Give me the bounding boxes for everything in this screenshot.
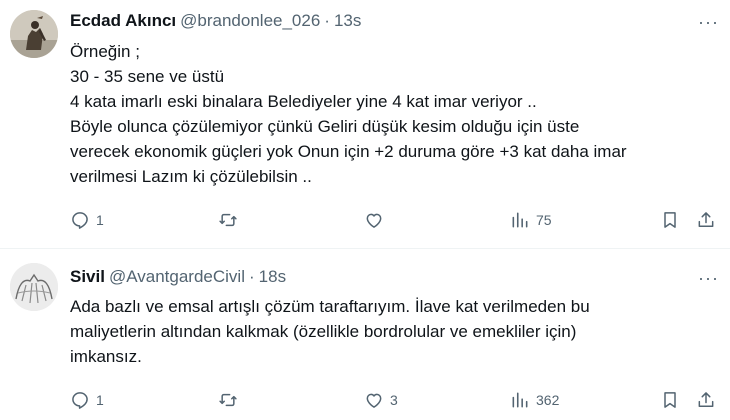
tweet-text-line: 4 kata imarlı eski binalara Belediyeler … <box>70 92 537 111</box>
like-count: 3 <box>390 392 398 408</box>
bookmark-button[interactable] <box>660 388 680 412</box>
tweet[interactable]: Ecdad Akıncı @brandonlee_026 · 13s ··· Örne… <box>0 0 730 248</box>
reply-button[interactable]: 1 <box>70 388 104 412</box>
tweet-text-line: Ada bazlı ve emsal artışlı çözüm tarafta… <box>70 297 590 316</box>
avatar-image <box>10 10 58 58</box>
view-count: 75 <box>536 212 552 228</box>
user-handle[interactable]: @brandonlee_026 <box>180 11 320 30</box>
bookmark-icon <box>664 392 676 408</box>
more-icon[interactable]: ··· <box>698 268 718 288</box>
separator: · <box>248 267 255 286</box>
tweet-actions: 1 75 <box>70 208 720 232</box>
tweet-header: Ecdad Akıncı @brandonlee_026 · 13s <box>70 10 361 32</box>
retweet-button[interactable] <box>218 388 244 412</box>
more-icon[interactable]: ··· <box>698 12 718 32</box>
avatar[interactable] <box>10 10 58 58</box>
bookmark-icon <box>664 212 676 228</box>
reply-count: 1 <box>96 392 104 408</box>
timestamp[interactable]: 18s <box>259 267 286 286</box>
retweet-button[interactable] <box>218 208 244 232</box>
share-button[interactable] <box>696 388 716 412</box>
like-button[interactable] <box>364 208 390 232</box>
display-name[interactable]: Ecdad Akıncı <box>70 11 176 30</box>
like-button[interactable]: 3 <box>364 388 398 412</box>
share-icon <box>698 212 714 227</box>
retweet-icon <box>219 213 237 227</box>
share-button[interactable] <box>696 208 716 232</box>
user-handle[interactable]: @AvantgardeCivil <box>109 267 245 286</box>
reply-button[interactable]: 1 <box>70 208 104 232</box>
reply-icon <box>72 392 88 409</box>
display-name[interactable]: Sivil <box>70 267 105 286</box>
views-icon <box>512 392 528 408</box>
tweet-text-line: 30 - 35 sene ve üstü <box>70 67 225 86</box>
reply-count: 1 <box>96 212 104 228</box>
tweet-text-line: verilmesi Lazım ki çözülebilsin .. <box>70 167 312 186</box>
tweet-header: Sivil @AvantgardeCivil · 18s <box>70 266 286 288</box>
tweet-text-line: Örneğin ; <box>70 42 140 61</box>
timestamp[interactable]: 13s <box>334 11 361 30</box>
tweet[interactable]: Sivil @AvantgardeCivil · 18s ··· Ada bazlı … <box>0 249 730 420</box>
avatar-image <box>10 263 58 311</box>
tweet-text-line: Böyle olunca çözülemiyor çünkü Geliri dü… <box>70 117 580 136</box>
share-icon <box>698 392 714 407</box>
views-button[interactable]: 75 <box>510 208 552 232</box>
view-count: 362 <box>536 392 560 408</box>
tweet-text-line: imkansız. <box>70 347 142 366</box>
tweet-text-line: verecek ekonomik güçleri yok Onun için +… <box>70 142 627 161</box>
avatar[interactable] <box>10 263 58 311</box>
bookmark-button[interactable] <box>660 208 680 232</box>
tweet-text: Ada bazlı ve emsal artışlı çözüm tarafta… <box>70 294 710 369</box>
views-icon <box>512 212 528 228</box>
views-button[interactable]: 362 <box>510 388 559 412</box>
tweet-actions: 1 3 362 <box>70 388 720 412</box>
like-icon <box>366 213 382 228</box>
like-icon <box>366 393 382 408</box>
tweet-text: Örneğin ; 30 - 35 sene ve üstü 4 kata im… <box>70 39 710 189</box>
retweet-icon <box>219 393 237 407</box>
separator: · <box>324 11 330 30</box>
tweet-text-line: maliyetlerin altından kalkmak (özellikle… <box>70 322 577 341</box>
reply-icon <box>72 212 88 229</box>
